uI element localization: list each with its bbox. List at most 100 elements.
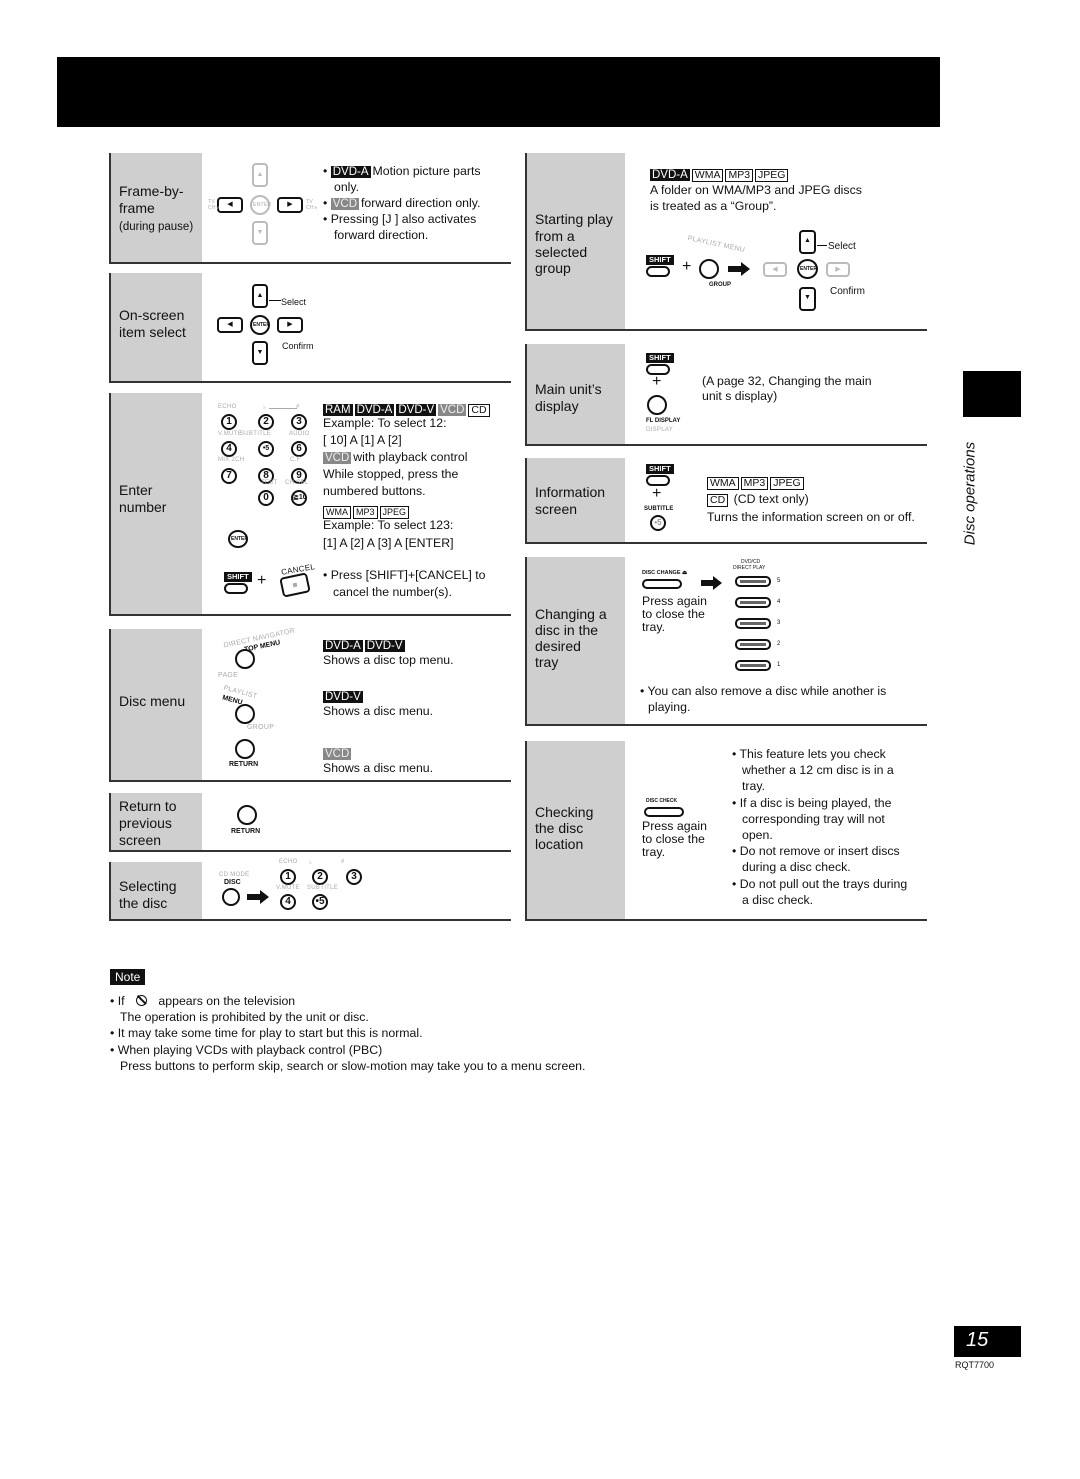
tray-number: 2: [777, 641, 781, 647]
label-line: Starting play: [535, 211, 613, 227]
desc-line: unit s display): [702, 389, 778, 403]
enter-button[interactable]: ENTER: [797, 259, 818, 279]
header-bar: [57, 57, 940, 127]
tray-number: 1: [777, 662, 781, 668]
desc-line: Turns the information screen on or off.: [707, 510, 915, 524]
label-line: desired: [535, 638, 581, 654]
cancel-button[interactable]: [279, 572, 311, 598]
left-button[interactable]: ◀: [763, 262, 787, 277]
desc-line: A folder on WMA/MP3 and JPEG discs: [650, 183, 862, 197]
note-heading: Note: [110, 969, 146, 985]
tray-button[interactable]: [735, 576, 771, 587]
label-line: screen: [119, 832, 162, 848]
confirm-callout: Confirm: [830, 286, 866, 297]
number-key[interactable]: 1: [221, 414, 237, 430]
number-key[interactable]: ≧10: [291, 490, 307, 506]
key-sublabel: #: [296, 404, 300, 410]
label-line: Selecting: [119, 878, 177, 894]
label-line: the disc: [535, 820, 584, 836]
tv-ch-up-label: TV CH∧: [306, 199, 318, 211]
shift-button[interactable]: [224, 583, 248, 594]
section-enter-number: Enter number ENTER RAM DVD-A DVD-V VCD CD Ex…: [109, 393, 511, 616]
menu-button[interactable]: [235, 704, 255, 724]
section-label: Information screen: [527, 458, 625, 542]
up-button[interactable]: ▲: [799, 230, 816, 254]
return-button[interactable]: [237, 805, 257, 825]
down-button[interactable]: ▼: [252, 341, 268, 365]
key-sublabel: ♭: [263, 405, 267, 411]
down-button[interactable]: ▼: [252, 221, 268, 245]
section-label: Enter number: [111, 393, 202, 614]
shift-button[interactable]: [646, 266, 670, 277]
return-button[interactable]: [235, 739, 255, 759]
number-key[interactable]: 4: [221, 441, 237, 457]
left-button[interactable]: ◀: [217, 317, 243, 333]
shift-label: SHIFT: [646, 464, 674, 474]
disc-check-button[interactable]: [644, 807, 684, 817]
tray-button[interactable]: [735, 639, 771, 650]
enter-button[interactable]: ENTER: [250, 195, 271, 215]
label-line: previous: [119, 815, 172, 831]
section-label: On-screen item select: [111, 273, 202, 381]
disc-change-label: DISC CHANGE ⏏: [642, 570, 688, 576]
right-button[interactable]: ▶: [277, 317, 303, 333]
label-sub: (during pause): [119, 221, 194, 233]
enter-button[interactable]: ENTER: [228, 530, 248, 548]
note-line: forward direction.: [334, 228, 429, 242]
plus-sign: +: [682, 258, 692, 275]
format-tags: WMA MP3 JPEG: [707, 474, 806, 490]
number-key[interactable]: 7: [221, 468, 237, 484]
menu-button[interactable]: [699, 259, 719, 279]
number-key[interactable]: 3: [291, 414, 307, 430]
right-button[interactable]: ▶: [826, 262, 850, 277]
label-line: Main unit’s: [535, 381, 602, 397]
example-line: Example: To select 123:: [323, 518, 454, 532]
up-button[interactable]: ▲: [252, 163, 268, 187]
group-label: GROUP: [247, 724, 275, 731]
right-button[interactable]: ▶: [277, 197, 303, 213]
disc-button[interactable]: [222, 888, 240, 906]
number-key[interactable]: 2: [258, 414, 274, 430]
disc-check-label: DISC CHECK: [646, 798, 678, 804]
label-line: Return to: [119, 798, 177, 814]
number-key[interactable]: 0: [258, 490, 274, 506]
return-label: RETURN: [229, 761, 259, 768]
number-key[interactable]: •5: [258, 441, 274, 457]
enter-button[interactable]: ENTER: [250, 315, 270, 335]
key-sublabel: #: [341, 859, 345, 865]
side-tab-label: Disc operations: [961, 441, 979, 546]
side-tab-marker: [963, 371, 1021, 417]
number-key[interactable]: 1: [280, 869, 296, 885]
number-key[interactable]: •5: [312, 894, 328, 910]
number-key[interactable]: 2: [312, 869, 328, 885]
number-key[interactable]: 4: [280, 894, 296, 910]
subtitle-button[interactable]: •5: [650, 515, 666, 531]
tray-button[interactable]: [735, 660, 771, 671]
page-number-box: 15: [954, 1326, 1021, 1357]
section-label: Changing a disc in the desired tray: [527, 557, 625, 724]
tray-button[interactable]: [735, 618, 771, 629]
up-button[interactable]: ▲: [252, 284, 268, 308]
fl-display-button[interactable]: [647, 395, 667, 415]
arrow-icon: [701, 576, 722, 590]
tray-button[interactable]: [735, 597, 771, 608]
key-sublabel: ECHO: [218, 404, 237, 410]
direct-play-label: DIRECT PLAY: [733, 565, 766, 571]
left-button[interactable]: ◀: [217, 197, 243, 213]
number-key[interactable]: 6: [291, 441, 307, 457]
key-sublabel: ECHO: [279, 859, 298, 865]
key-sublabel: CH SEL: [285, 480, 309, 486]
note-item: • It may take some time for play to star…: [110, 1026, 423, 1040]
example-line: [ 10] A [1] A [2]: [323, 433, 402, 447]
number-key[interactable]: 3: [346, 869, 362, 885]
down-button[interactable]: ▼: [799, 287, 816, 311]
disc-menu-desc: Shows a disc menu.: [323, 704, 434, 718]
plus-sign: +: [652, 485, 662, 502]
label-line: selected: [535, 244, 588, 260]
key-sublabel: V.MUTE: [218, 431, 242, 437]
top-menu-button[interactable]: [235, 649, 255, 669]
disc-change-button[interactable]: [642, 579, 682, 589]
display-label: DISPLAY: [646, 427, 673, 433]
press-again-line: tray.: [642, 845, 666, 859]
press-again-line: tray.: [642, 620, 666, 634]
